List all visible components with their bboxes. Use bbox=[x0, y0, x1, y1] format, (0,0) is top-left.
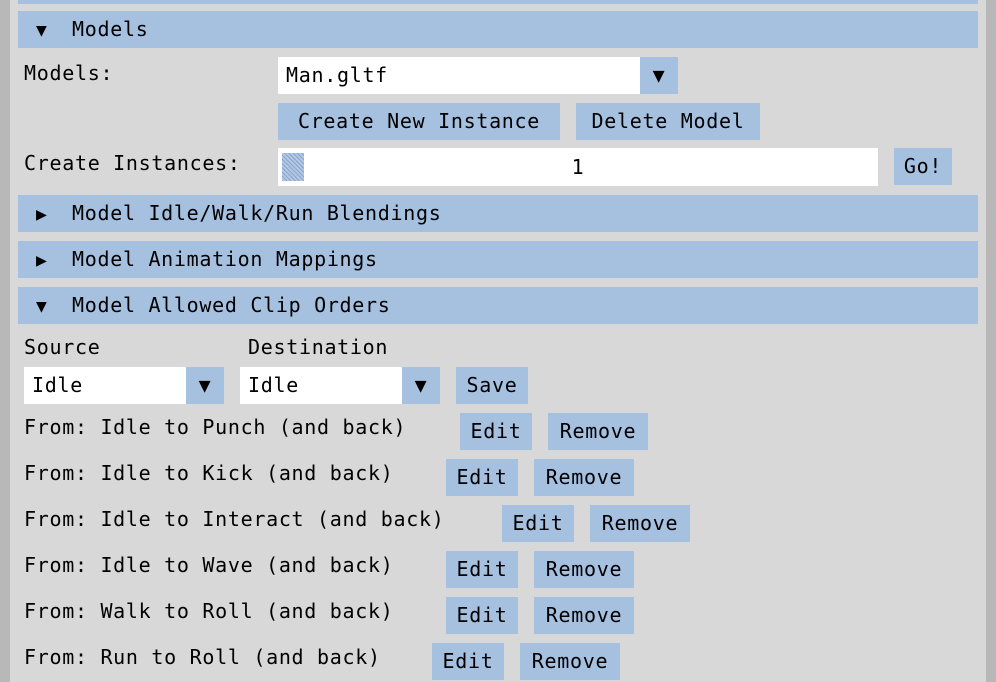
window-frame-right bbox=[986, 0, 996, 682]
destination-select-value: Idle bbox=[248, 373, 299, 397]
models-section-title: Models bbox=[72, 17, 149, 41]
animation-mappings-section-header[interactable]: ▶ Model Animation Mappings bbox=[18, 241, 978, 278]
edit-button[interactable]: Edit bbox=[460, 413, 532, 450]
remove-button[interactable]: Remove bbox=[534, 597, 634, 634]
dropdown-arrow-icon[interactable]: ▼ bbox=[402, 367, 440, 404]
source-label: Source bbox=[24, 335, 101, 359]
dropdown-arrow-icon[interactable]: ▼ bbox=[640, 57, 678, 94]
animation-mappings-section-title: Model Animation Mappings bbox=[72, 247, 378, 271]
save-button[interactable]: Save bbox=[456, 367, 528, 404]
blendings-section-title: Model Idle/Walk/Run Blendings bbox=[72, 201, 442, 225]
clip-order-row-text: From: Walk to Roll (and back) bbox=[24, 599, 394, 623]
destination-label: Destination bbox=[248, 335, 389, 359]
model-select-value: Man.gltf bbox=[286, 63, 388, 87]
edit-button[interactable]: Edit bbox=[446, 459, 518, 496]
clip-orders-section-header[interactable]: ▼ Model Allowed Clip Orders bbox=[18, 287, 978, 324]
instances-slider[interactable]: 1 bbox=[278, 148, 878, 186]
dropdown-arrow-icon[interactable]: ▼ bbox=[186, 367, 224, 404]
create-instances-label: Create Instances: bbox=[24, 151, 241, 175]
models-section-header[interactable]: ▼ Models bbox=[18, 11, 978, 48]
delete-model-button[interactable]: Delete Model bbox=[576, 103, 760, 140]
remove-button[interactable]: Remove bbox=[590, 505, 690, 542]
go-button[interactable]: Go! bbox=[894, 148, 952, 185]
blendings-section-header[interactable]: ▶ Model Idle/Walk/Run Blendings bbox=[18, 195, 978, 232]
clip-order-row-text: From: Idle to Kick (and back) bbox=[24, 461, 394, 485]
clip-order-row-text: From: Idle to Punch (and back) bbox=[24, 415, 407, 439]
collapse-arrow-icon: ▼ bbox=[36, 20, 48, 41]
clip-order-row-text: From: Run to Roll (and back) bbox=[24, 645, 381, 669]
clip-order-row-text: From: Idle to Wave (and back) bbox=[24, 553, 394, 577]
collapse-arrow-icon: ▼ bbox=[36, 296, 48, 317]
instances-value: 1 bbox=[571, 155, 585, 179]
edit-button[interactable]: Edit bbox=[446, 597, 518, 634]
clip-order-row-text: From: Idle to Interact (and back) bbox=[24, 507, 445, 531]
previous-section-edge bbox=[18, 0, 978, 4]
destination-select[interactable]: Idle ▼ bbox=[240, 367, 440, 404]
clip-orders-section-title: Model Allowed Clip Orders bbox=[72, 293, 391, 317]
edit-button[interactable]: Edit bbox=[432, 643, 504, 680]
source-select[interactable]: Idle ▼ bbox=[24, 367, 224, 404]
edit-button[interactable]: Edit bbox=[446, 551, 518, 588]
remove-button[interactable]: Remove bbox=[520, 643, 620, 680]
expand-arrow-icon: ▶ bbox=[36, 204, 48, 225]
remove-button[interactable]: Remove bbox=[548, 413, 648, 450]
expand-arrow-icon: ▶ bbox=[36, 250, 48, 271]
model-select[interactable]: Man.gltf ▼ bbox=[278, 57, 678, 94]
create-new-instance-button[interactable]: Create New Instance bbox=[278, 103, 560, 140]
source-select-value: Idle bbox=[32, 373, 83, 397]
window-frame-left bbox=[0, 0, 10, 682]
edit-button[interactable]: Edit bbox=[502, 505, 574, 542]
models-label: Models: bbox=[24, 61, 114, 85]
remove-button[interactable]: Remove bbox=[534, 459, 634, 496]
remove-button[interactable]: Remove bbox=[534, 551, 634, 588]
